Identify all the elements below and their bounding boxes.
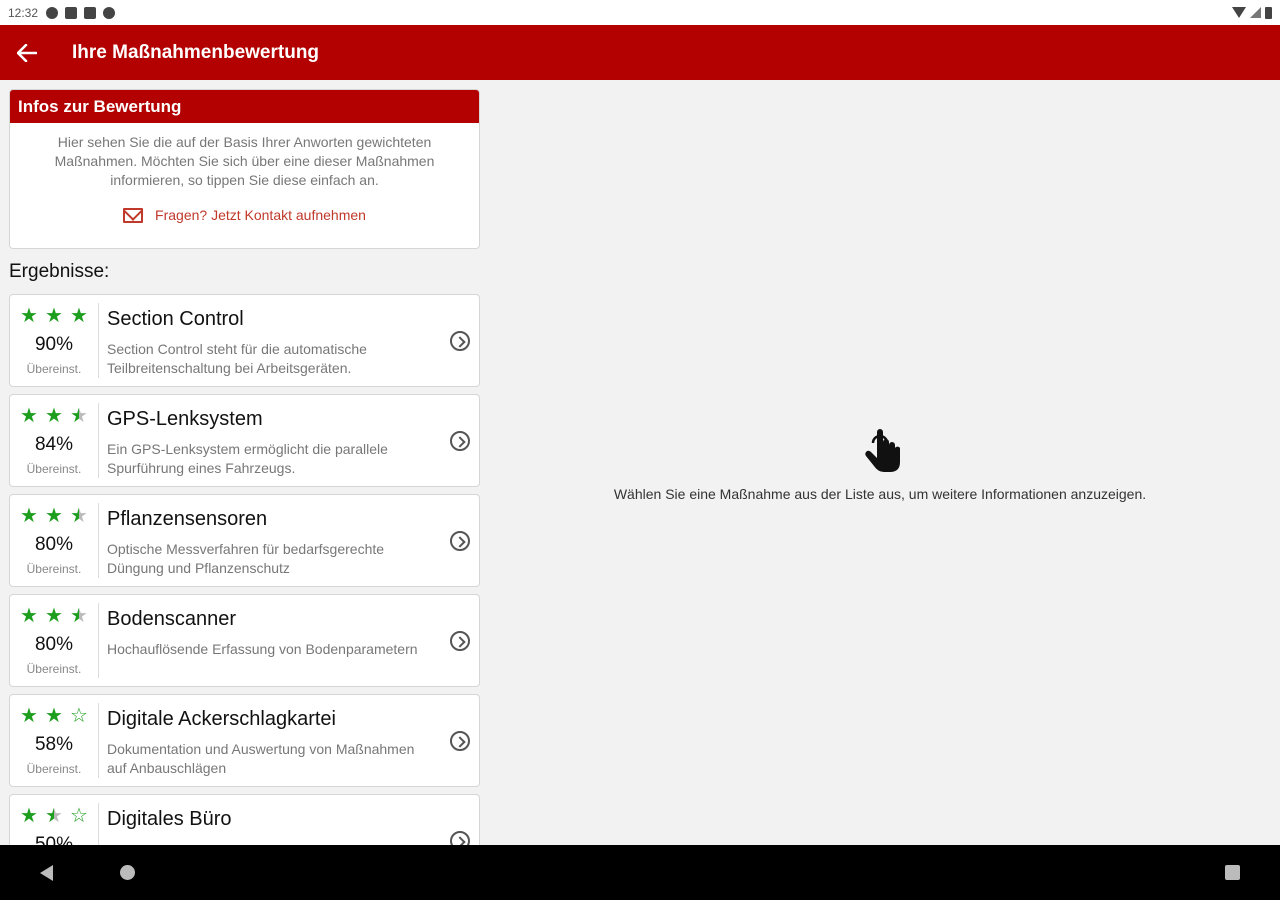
match-percent: 50%: [34, 834, 74, 845]
chevron-right-circle-icon[interactable]: [450, 331, 470, 351]
match-label: Übereinst.: [26, 462, 82, 476]
match-percent: 84%: [34, 434, 74, 455]
empty-state-hint: Wählen Sie eine Maßnahme aus der Liste a…: [613, 486, 1147, 502]
divider: [98, 503, 99, 578]
result-card[interactable]: ★ ★ ★ 90% Übereinst. Section Control Section C…: [9, 294, 480, 387]
result-card[interactable]: ★ ★ ★ 80% Übereinst. Pflanzensensoren Optische…: [9, 494, 480, 587]
result-description: Section Control steht für die automatisc…: [107, 341, 367, 376]
match-percent: 80%: [34, 534, 74, 555]
chevron-right-circle-icon[interactable]: [450, 431, 470, 451]
star-rating: ★ ★ ★: [18, 405, 90, 427]
results-heading: Ergebnisse:: [9, 261, 110, 282]
divider: [98, 603, 99, 678]
star-rating: ★ ★ ★: [18, 305, 90, 327]
chevron-right-circle-icon[interactable]: [450, 631, 470, 651]
divider: [98, 703, 99, 778]
sd-card-icon: [84, 6, 97, 19]
result-description: Ein GPS-Lenksystem ermöglicht die parall…: [107, 441, 388, 476]
match-percent: 80%: [34, 634, 74, 655]
star-half-icon: ★: [43, 805, 65, 827]
back-arrow-icon[interactable]: [0, 25, 54, 80]
result-title: Digitales Büro: [107, 808, 232, 830]
divider: [98, 403, 99, 478]
result-title: Digitale Ackerschlagkartei: [107, 708, 336, 730]
star-full-icon: ★: [45, 605, 63, 627]
divider: [98, 803, 99, 845]
nav-recents-icon[interactable]: [1225, 865, 1240, 880]
page-title: Ihre Maßnahmenbewertung: [72, 41, 320, 63]
score-column: ★ ★ ★ 80% Übereinst.: [10, 495, 98, 586]
score-column: ★ ★ ★ 80% Übereinst.: [10, 595, 98, 686]
contact-link-label: Fragen? Jetzt Kontakt aufnehmen: [155, 207, 366, 223]
result-card[interactable]: ★ ★ ★ 84% Übereinst. GPS-Lenksystem Ein GPS-Le…: [9, 394, 480, 487]
results-list-pane[interactable]: Infos zur Bewertung Hier sehen Sie die a…: [0, 80, 488, 845]
info-card-header: Infos zur Bewertung: [10, 90, 479, 123]
score-column: ★ ★ ☆ 58% Übereinst.: [10, 695, 98, 786]
divider: [98, 303, 99, 378]
match-percent: 58%: [34, 734, 74, 755]
notification-icon: [46, 6, 59, 19]
mail-icon: [123, 207, 144, 223]
chevron-right-circle-icon[interactable]: [450, 531, 470, 551]
star-rating: ★ ★ ★: [18, 505, 90, 527]
result-title: Pflanzensensoren: [107, 508, 268, 530]
star-full-icon: ★: [20, 605, 38, 627]
nav-home-icon[interactable]: [120, 865, 135, 880]
star-full-icon: ★: [20, 505, 38, 527]
star-full-icon: ★: [45, 405, 63, 427]
result-description: Dokumentation und Auswertung von Maßnahm…: [107, 741, 415, 776]
signal-icon: [1250, 7, 1261, 18]
result-title: Bodenscanner: [107, 608, 236, 630]
score-column: ★ ★ ★ 90% Übereinst.: [10, 295, 98, 386]
star-full-icon: ★: [45, 505, 63, 527]
result-description: Hochauflösende Erfassung von Bodenparame…: [107, 641, 418, 657]
notification-icon: [65, 6, 78, 19]
result-card[interactable]: ★★☆50%Übereinst.Digitales Büro: [9, 794, 480, 845]
match-label: Übereinst.: [26, 562, 82, 576]
star-empty-icon: ☆: [70, 705, 88, 727]
star-rating: ★ ★ ★: [18, 605, 90, 627]
star-full-icon: ★: [20, 305, 38, 327]
result-description: Optische Messverfahren für bedarfsgerech…: [107, 541, 385, 576]
score-column: ★★☆50%Übereinst.: [10, 795, 98, 845]
result-title: GPS-Lenksystem: [107, 408, 263, 430]
star-half-icon: ★: [68, 505, 90, 527]
match-label: Übereinst.: [26, 362, 82, 376]
match-percent: 90%: [34, 334, 74, 355]
star-empty-icon: ☆: [70, 805, 88, 827]
app-bar: Ihre Maßnahmenbewertung: [0, 25, 1280, 80]
star-full-icon: ★: [20, 405, 38, 427]
star-full-icon: ★: [20, 805, 38, 827]
star-full-icon: ★: [20, 705, 38, 727]
star-half-icon: ★: [68, 405, 90, 427]
status-indicators: [1232, 6, 1272, 19]
star-half-icon: ★: [68, 605, 90, 627]
match-label: Übereinst.: [26, 762, 82, 776]
result-card[interactable]: ★ ★ ☆ 58% Übereinst. Digitale Ackerschlagkart…: [9, 694, 480, 787]
star-full-icon: ★: [70, 305, 88, 327]
wifi-icon: [1232, 7, 1246, 18]
status-bar: 12:32: [0, 0, 1280, 25]
sync-icon: [103, 6, 116, 19]
result-card[interactable]: ★ ★ ★ 80% Übereinst. Bodenscanner Hochauflösen…: [9, 594, 480, 687]
star-full-icon: ★: [45, 305, 63, 327]
tap-hand-icon: [865, 429, 900, 472]
system-nav-bar: [0, 845, 1280, 900]
battery-icon: [1265, 6, 1272, 19]
star-full-icon: ★: [45, 705, 63, 727]
detail-pane: Wählen Sie eine Maßnahme aus der Liste a…: [488, 80, 1280, 845]
chevron-right-circle-icon[interactable]: [450, 731, 470, 751]
match-label: Übereinst.: [26, 662, 82, 676]
info-card-text: Hier sehen Sie die auf der Basis Ihrer A…: [54, 134, 435, 188]
info-card: Infos zur Bewertung Hier sehen Sie die a…: [9, 89, 480, 249]
status-time: 12:32: [8, 5, 39, 20]
star-rating: ★ ★ ☆: [18, 705, 90, 727]
contact-link[interactable]: Fragen? Jetzt Kontakt aufnehmen: [10, 207, 479, 223]
score-column: ★ ★ ★ 84% Übereinst.: [10, 395, 98, 486]
nav-back-icon[interactable]: [40, 865, 53, 881]
result-title: Section Control: [107, 308, 244, 330]
chevron-right-circle-icon[interactable]: [450, 831, 470, 845]
star-rating: ★ ★ ☆: [18, 805, 90, 827]
